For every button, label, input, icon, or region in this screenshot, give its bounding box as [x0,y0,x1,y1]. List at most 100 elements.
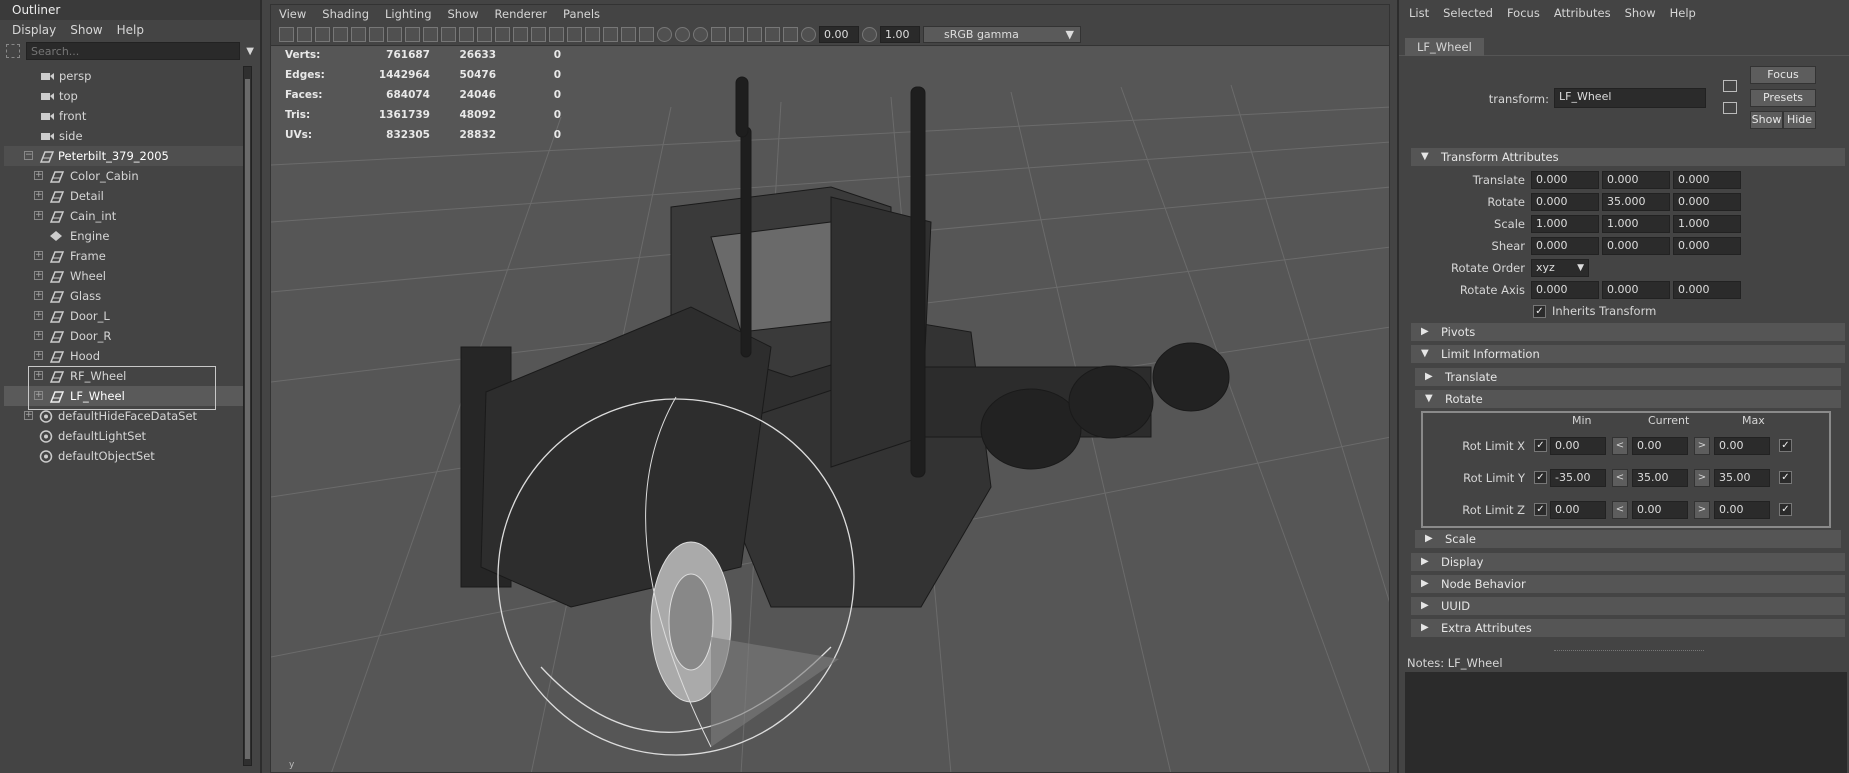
menu-shading[interactable]: Shading [322,5,369,24]
search-input[interactable] [26,42,241,60]
menu-renderer[interactable]: Renderer [495,5,548,24]
isolate-select-icon[interactable] [729,27,744,42]
section-limit-scale[interactable]: ▶ Scale [1415,530,1841,548]
camera-attributes-icon[interactable] [297,27,312,42]
resolution-gate-icon[interactable] [441,27,456,42]
filter-icon[interactable] [6,44,20,58]
menu-display[interactable]: Display [12,20,56,40]
tree-item-default-object-set[interactable]: defaultObjectSet [4,446,248,466]
copy-tab-icon[interactable] [1723,102,1737,114]
expand-icon[interactable]: + [24,411,33,420]
gate-mask-icon[interactable] [459,27,474,42]
tree-item-glass[interactable]: + Glass [4,286,248,306]
rot-limit-x-set-max-button[interactable]: > [1694,437,1710,455]
tree-item-wheel[interactable]: + Wheel [4,266,248,286]
rot-limit-z-max-field[interactable]: 0.00 [1714,501,1770,519]
rot-limit-y-min-checkbox[interactable]: ✓ [1534,471,1547,484]
rot-limit-x-min-checkbox[interactable]: ✓ [1534,439,1547,452]
menu-view[interactable]: View [279,5,306,24]
expand-icon[interactable]: + [34,171,43,180]
tree-item-front[interactable]: front [4,106,248,126]
section-uuid[interactable]: ▶ UUID [1411,597,1845,615]
outliner-scrollbar[interactable] [243,66,252,766]
section-limit-rotate[interactable]: ▼ Rotate [1415,390,1841,408]
expand-icon[interactable]: + [34,291,43,300]
pencil-icon[interactable] [387,27,402,42]
use-all-lights-icon[interactable] [621,27,636,42]
rot-limit-z-min-field[interactable]: 0.00 [1550,501,1606,519]
xray-icon[interactable] [747,27,762,42]
rotate-order-select[interactable]: xyz ▼ [1531,259,1589,277]
chevron-down-icon[interactable]: ▼ [246,46,254,57]
section-extra-attributes[interactable]: ▶ Extra Attributes [1411,619,1845,637]
rot-limit-y-set-max-button[interactable]: > [1694,469,1710,487]
viewport-panel[interactable]: View Shading Lighting Show Renderer Pane… [270,4,1390,773]
motion-blur-icon[interactable] [675,27,690,42]
section-limit-information[interactable]: ▼ Limit Information [1411,345,1845,363]
color-space-select[interactable]: sRGB gamma ▼ [923,26,1081,43]
scale-x-field[interactable]: 1.000 [1531,215,1599,233]
rotate-axis-x-field[interactable]: 0.000 [1531,281,1599,299]
show-button[interactable]: Show [1750,111,1783,129]
rotate-axis-y-field[interactable]: 0.000 [1602,281,1670,299]
rot-limit-z-set-max-button[interactable]: > [1694,501,1710,519]
notes-splitter[interactable] [1554,650,1704,651]
expand-icon[interactable]: + [34,271,43,280]
exposure-icon[interactable] [801,27,816,42]
menu-lighting[interactable]: Lighting [385,5,431,24]
rotate-x-field[interactable]: 0.000 [1531,193,1599,211]
section-display[interactable]: ▶ Display [1411,553,1845,571]
2d-pan-icon[interactable] [351,27,366,42]
translate-z-field[interactable]: 0.000 [1673,171,1741,189]
rot-limit-x-set-min-button[interactable]: < [1612,437,1628,455]
menu-selected[interactable]: Selected [1443,0,1493,26]
bookmark-icon[interactable] [315,27,330,42]
wireframe-on-shaded-icon[interactable] [567,27,582,42]
tree-item-top[interactable]: top [4,86,248,106]
field-chart-icon[interactable] [477,27,492,42]
rot-limit-z-min-checkbox[interactable]: ✓ [1534,503,1547,516]
expand-icon[interactable]: + [34,331,43,340]
rotate-axis-z-field[interactable]: 0.000 [1673,281,1741,299]
rot-limit-y-current-field[interactable]: 35.00 [1632,469,1688,487]
gamma-icon[interactable] [862,27,877,42]
tree-item-persp[interactable]: persp [4,66,248,86]
tab-lf-wheel[interactable]: LF_Wheel [1405,38,1484,56]
exposure-field[interactable]: 0.00 [819,26,859,43]
menu-attributes[interactable]: Attributes [1554,0,1611,26]
safe-title-icon[interactable] [513,27,528,42]
shear-z-field[interactable]: 0.000 [1673,237,1741,255]
rotate-y-field[interactable]: 35.000 [1602,193,1670,211]
anti-aliasing-icon[interactable] [693,27,708,42]
menu-help[interactable]: Help [1670,0,1696,26]
expand-icon[interactable]: + [34,351,43,360]
rot-limit-x-max-field[interactable]: 0.00 [1714,437,1770,455]
inherits-transform-checkbox[interactable]: ✓ [1533,305,1546,318]
load-node-icon[interactable] [1723,80,1737,92]
rotate-z-field[interactable]: 0.000 [1673,193,1741,211]
menu-panels[interactable]: Panels [563,5,600,24]
shadows-icon[interactable] [639,27,654,42]
expand-icon[interactable]: + [34,311,43,320]
collapse-icon[interactable]: − [24,151,33,160]
rot-limit-x-max-checkbox[interactable]: ✓ [1779,439,1792,452]
notes-textarea[interactable] [1405,672,1847,773]
translate-x-field[interactable]: 0.000 [1531,171,1599,189]
shear-x-field[interactable]: 0.000 [1531,237,1599,255]
tree-item-side[interactable]: side [4,126,248,146]
menu-help[interactable]: Help [117,20,144,40]
expand-icon[interactable]: + [34,191,43,200]
menu-show[interactable]: Show [448,5,479,24]
film-gate-icon[interactable] [423,27,438,42]
select-camera-icon[interactable] [279,27,294,42]
section-node-behavior[interactable]: ▶ Node Behavior [1411,575,1845,593]
rot-limit-y-set-min-button[interactable]: < [1612,469,1628,487]
grid-icon[interactable] [405,27,420,42]
expand-icon[interactable]: + [34,251,43,260]
expand-icon[interactable]: + [34,211,43,220]
xray-components-icon[interactable] [783,27,798,42]
tree-item-door-r[interactable]: + Door_R [4,326,248,346]
xray-joints-icon[interactable] [765,27,780,42]
depth-of-field-icon[interactable] [711,27,726,42]
tree-item-frame[interactable]: + Frame [4,246,248,266]
